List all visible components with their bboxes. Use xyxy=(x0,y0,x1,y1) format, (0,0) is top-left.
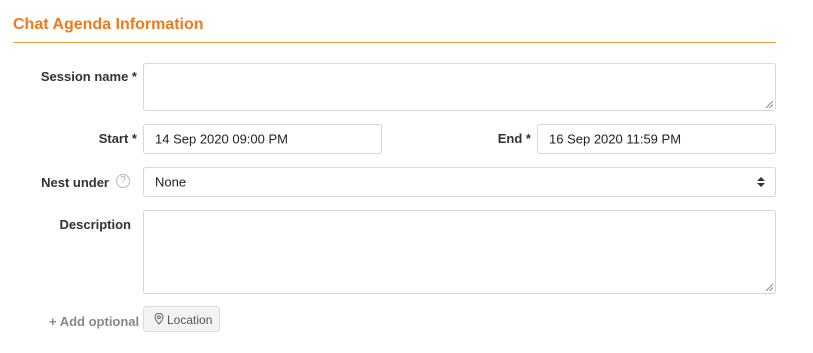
end-value: 16 Sep 2020 11:59 PM xyxy=(549,131,682,147)
select-arrows-icon xyxy=(757,177,765,187)
description-label: Description xyxy=(59,217,131,232)
start-datetime-input[interactable]: 14 Sep 2020 09:00 PM xyxy=(143,124,382,154)
section-divider xyxy=(13,42,776,43)
location-button[interactable]: Location xyxy=(143,306,220,332)
end-label: End * xyxy=(497,131,531,146)
nest-under-label: Nest under xyxy=(41,175,109,190)
add-optional-label: + Add optional xyxy=(49,314,140,329)
section-title: Chat Agenda Information xyxy=(13,16,204,33)
resize-grip-icon[interactable] xyxy=(765,283,773,291)
start-value: 14 Sep 2020 09:00 PM xyxy=(155,131,288,147)
nest-under-select[interactable]: None xyxy=(143,167,776,197)
end-datetime-input[interactable]: 16 Sep 2020 11:59 PM xyxy=(537,124,776,154)
map-pin-icon xyxy=(154,313,164,325)
nest-under-selected: None xyxy=(155,174,187,190)
start-label: Start * xyxy=(98,131,137,146)
session-name-label: Session name * xyxy=(40,69,137,84)
description-input[interactable] xyxy=(143,210,776,294)
help-icon[interactable]: ? xyxy=(116,174,130,188)
session-name-input[interactable] xyxy=(143,63,776,111)
location-button-label: Location xyxy=(167,313,213,327)
resize-grip-icon[interactable] xyxy=(765,100,773,108)
